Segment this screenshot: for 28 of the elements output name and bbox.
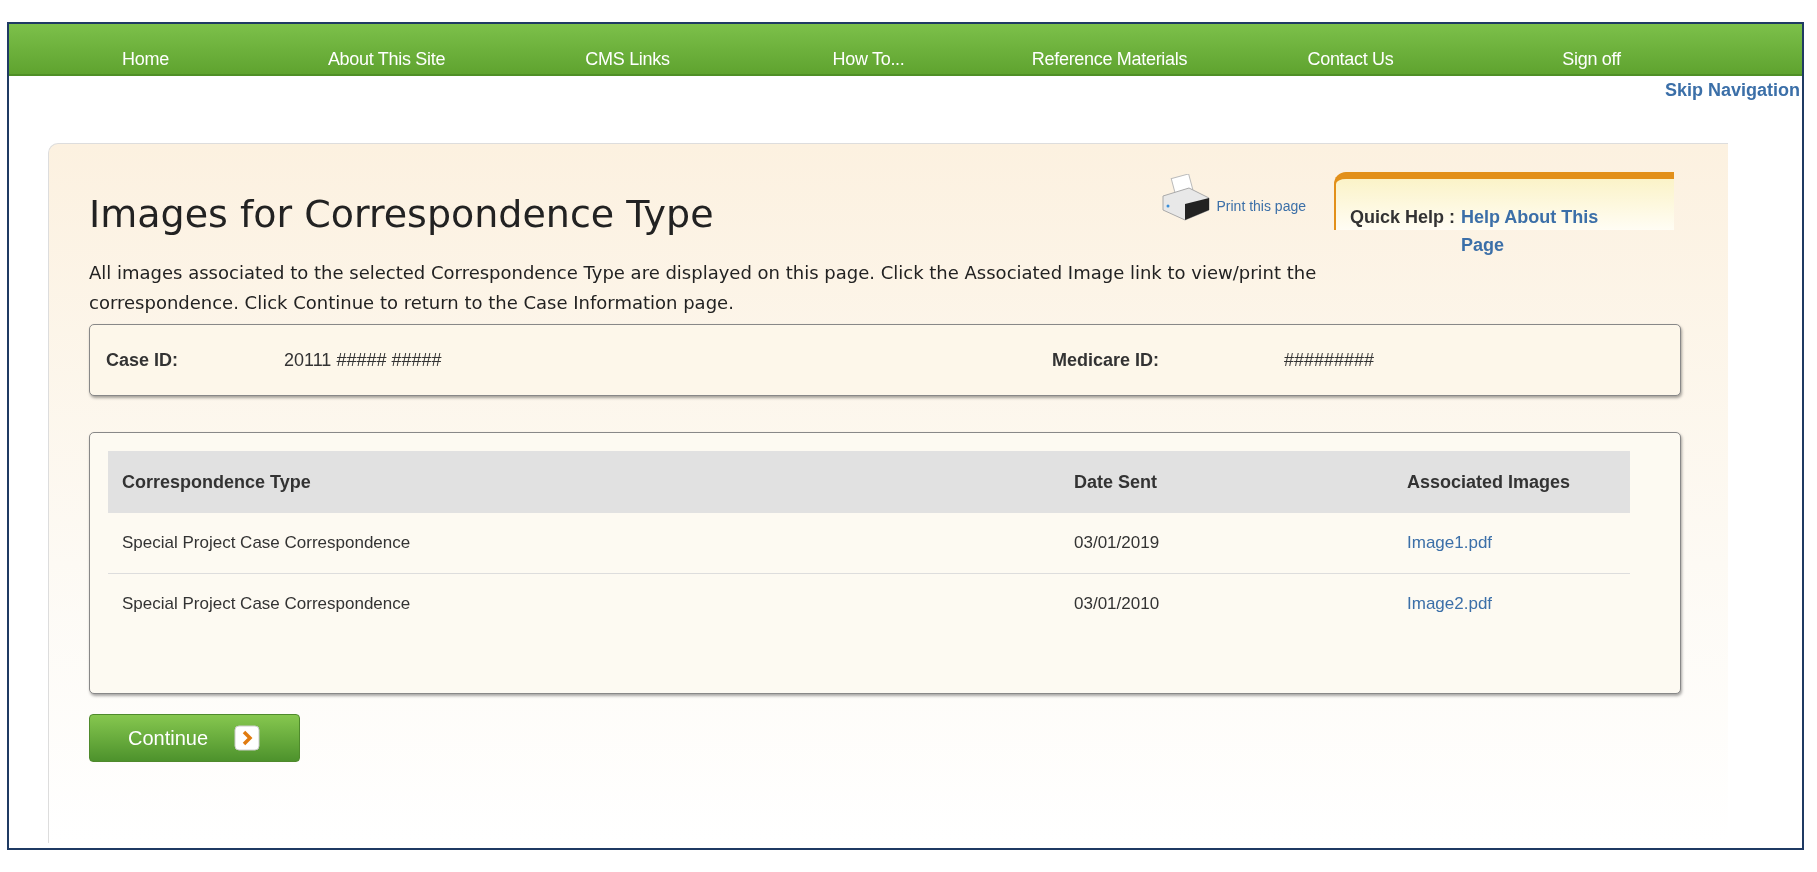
continue-button[interactable]: Continue (89, 714, 300, 762)
table-cell: 03/01/2010 (1060, 573, 1393, 634)
field-value: 20111 ##### ##### (284, 349, 443, 371)
nav-link[interactable]: Reference Materials (989, 49, 1230, 74)
column-header: Date Sent (1060, 451, 1393, 513)
page-title: Images for Correspondence Type (89, 192, 715, 236)
page-description: All images associated to the selected Correspondence Type are displayed on this page. Click the Associated Image link to view/print the correspondence. Click Continue to return to the Case Information page. (89, 261, 1318, 315)
nav-link[interactable]: CMS Links (507, 49, 748, 74)
column-header: Correspondence Type (108, 451, 1060, 513)
nav-link[interactable]: Contact Us (1230, 49, 1471, 74)
quick-help-label: Quick Help : (1350, 206, 1456, 229)
image-link[interactable]: Image2.pdf (1407, 594, 1493, 613)
field-value: ######### (1284, 349, 1376, 371)
nav-link[interactable]: How To... (748, 49, 989, 74)
print-link[interactable]: Print this page (1158, 174, 1306, 224)
table-cell: Special Project Case Correspondence (108, 513, 1060, 574)
image-link[interactable]: Image1.pdf (1407, 533, 1493, 552)
nav-link[interactable]: Sign off (1471, 49, 1712, 74)
chevron-right-icon (234, 725, 261, 751)
table-cell: 03/01/2019 (1060, 513, 1393, 574)
field-label: Case ID: (106, 349, 180, 371)
nav-link[interactable]: About This Site (266, 49, 507, 74)
column-header: Associated Images (1393, 451, 1630, 513)
field-label: Medicare ID: (1052, 349, 1161, 371)
table-cell: Special Project Case Correspondence (108, 573, 1060, 634)
help-link[interactable]: Help About This Page (1461, 203, 1622, 259)
nav-link[interactable]: Home (25, 49, 266, 74)
skip-navigation-link[interactable]: Skip Navigation (1664, 80, 1800, 101)
